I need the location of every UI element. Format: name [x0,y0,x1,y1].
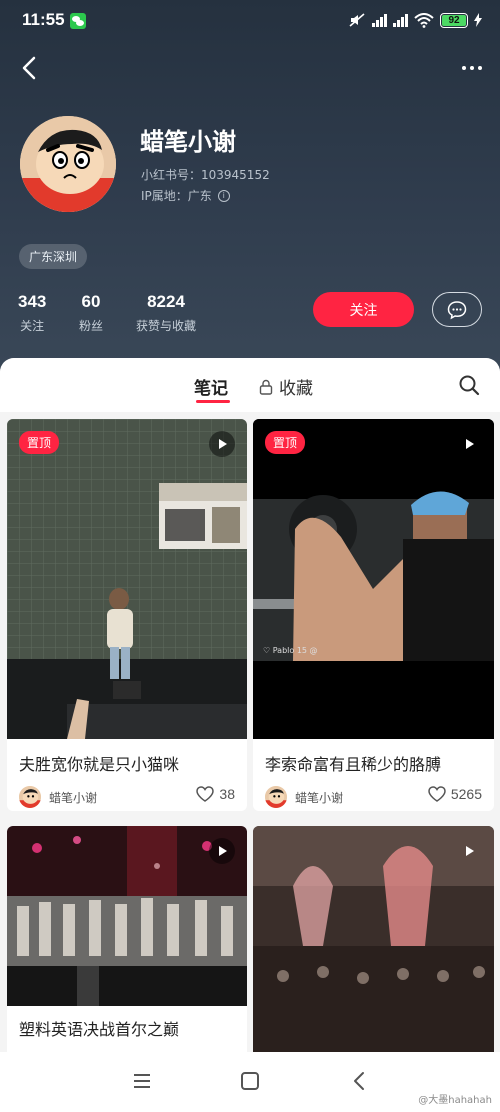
note-title: 夫胜宽你就是只小猫咪 [19,755,180,774]
like-count-value: 5265 [450,786,482,802]
crayon-shin-chan-avatar-image [20,116,116,212]
system-icons: 92 [348,12,482,28]
message-button[interactable] [432,292,482,327]
author-name: 蜡笔小谢 [49,790,98,805]
red-id: 小红书号：103945152 [141,168,270,182]
note-thumbnail [7,826,247,1006]
note-card[interactable]: 置顶 夫胜宽你就是只小猫咪 蜡笔小谢 38 [7,419,247,811]
wechat-notification-icon [70,13,86,29]
stat-following-label: 关注 [20,319,45,333]
stat-likes-collects[interactable]: 8224 获赞与收藏 [136,292,196,334]
location-tag: 广东深圳 [19,244,88,269]
stat-likes-collects-label: 获赞与收藏 [136,319,197,333]
more-options-icon[interactable] [462,58,482,78]
stat-following[interactable]: 343 关注 [18,292,46,334]
notes-sheet: 笔记 收藏 置顶 夫胜宽你就是只小猫咪 蜡笔小谢 38 ♡ Pablo 15 @… [0,358,500,1112]
content-tabs: 笔记 收藏 [0,358,500,412]
stat-followers-value: 60 [81,292,101,311]
pinned-badge: 置顶 [19,431,60,454]
wifi-icon [414,12,434,28]
stat-followers[interactable]: 60 粉丝 [79,292,103,334]
note-card[interactable]: ♡ Pablo 15 @ 置顶 李索命富有且稀少的胳膊 蜡笔小谢 5265 [253,419,494,811]
back-icon[interactable] [16,54,44,82]
stat-followers-label: 粉丝 [79,319,104,333]
heart-icon [428,786,446,802]
author-name: 蜡笔小谢 [295,790,344,805]
back-nav-icon[interactable] [349,1070,371,1092]
lock-icon [259,379,273,395]
profile-header: 11:55 92 蜡笔小谢 小红书号：103945152 IP属地：广东 i 广… [0,0,500,380]
stat-following-value: 343 [18,292,47,311]
like-count-value: 38 [219,786,235,802]
note-thumbnail [253,826,494,1056]
profile-name: 蜡笔小谢 [140,128,236,156]
menu-icon[interactable] [131,1070,153,1092]
video-play-icon [456,838,482,864]
avatar[interactable] [20,116,116,212]
stat-likes-collects-value: 8224 [147,292,185,311]
tab-collections[interactable]: 收藏 [259,374,313,399]
system-nav-bar: @大墨hahahah [0,1052,500,1112]
note-title: 李索命富有且稀少的胳膊 [265,755,442,774]
battery-icon: 92 [440,12,468,28]
signal-1-icon [372,13,387,27]
heart-icon [196,786,215,802]
home-icon[interactable] [239,1070,261,1092]
signal-2-icon [393,13,408,27]
note-thumbnail: ♡ Pablo 15 @ 置顶 [253,419,494,739]
author-avatar [19,786,41,808]
concert-smoke-image [253,826,494,1056]
tab-notes[interactable]: 笔记 [194,374,228,399]
tab-collections-label: 收藏 [279,379,313,399]
mute-icon [349,13,365,27]
like-count[interactable]: 38 [196,786,235,802]
gym-arm-image: ♡ Pablo 15 @ [253,419,494,739]
video-play-icon [456,431,482,457]
follow-button[interactable]: 关注 [313,292,414,327]
video-play-icon [209,431,235,457]
status-time: 11:55 [22,10,65,29]
tab-active-indicator [196,400,230,403]
ip-location: IP属地：广东 i [141,187,230,204]
search-icon[interactable] [458,374,480,396]
battery-level: 92 [448,14,460,26]
note-thumbnail: 置顶 [7,419,247,739]
video-play-icon [209,838,235,864]
ip-location-text: IP属地：广东 [141,189,212,203]
svg-text:♡ Pablo 15 @: ♡ Pablo 15 @ [263,646,318,655]
pinned-badge: 置顶 [265,431,306,454]
note-title: 塑料英语决战首尔之巅 [19,1020,180,1039]
concert-stage-image [7,419,247,739]
like-count[interactable]: 5265 [428,786,482,802]
note-author[interactable]: 蜡笔小谢 [265,786,343,808]
watermark: @大墨hahahah [418,1095,492,1106]
author-avatar [265,786,287,808]
note-author[interactable]: 蜡笔小谢 [19,786,97,808]
charging-icon [474,13,482,27]
info-icon[interactable]: i [217,189,230,202]
status-bar: 11:55 92 [0,0,500,44]
chat-bubble-icon [447,300,467,319]
